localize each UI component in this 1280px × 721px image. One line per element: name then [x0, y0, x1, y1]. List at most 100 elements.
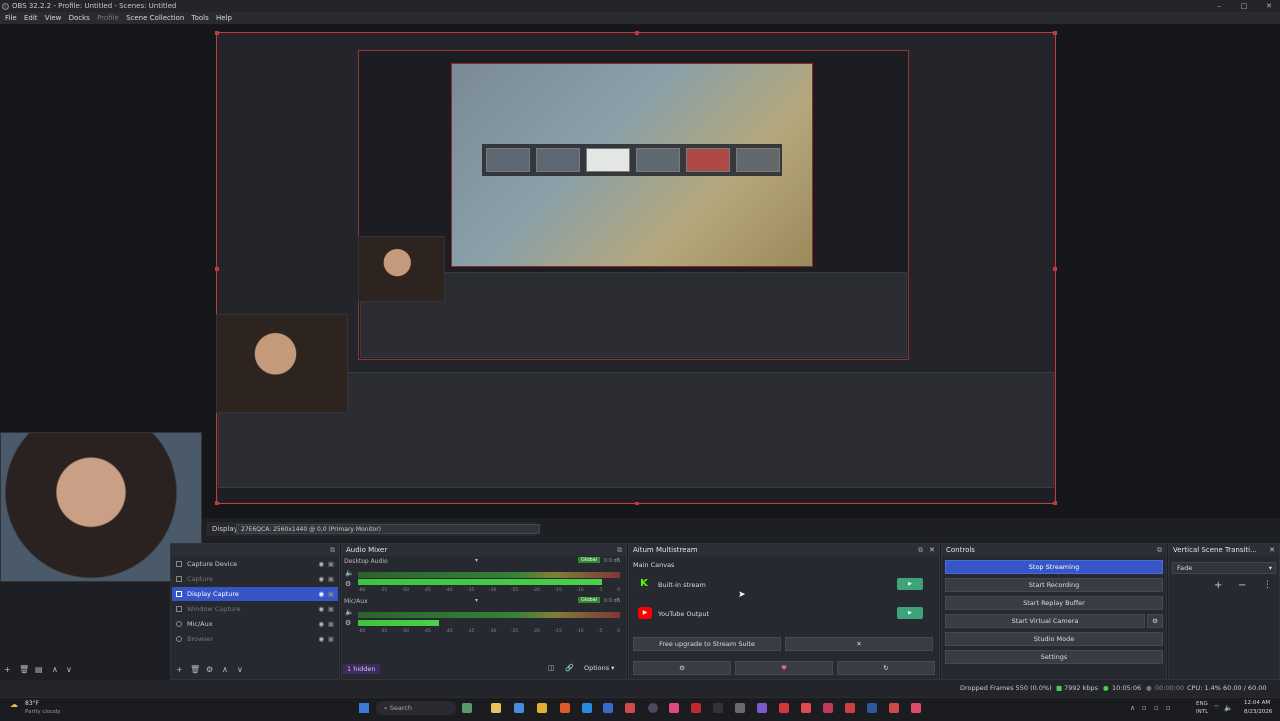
stop-streaming-button[interactable]: Stop Streaming: [945, 560, 1163, 574]
edge-icon[interactable]: [582, 703, 592, 713]
menu-view[interactable]: View: [45, 12, 62, 24]
menu-help[interactable]: Help: [216, 12, 232, 24]
eye-icon[interactable]: ◉: [318, 557, 324, 571]
remove-transition-icon[interactable]: −: [1238, 580, 1246, 591]
virtual-camera-settings-icon[interactable]: ⚙: [1147, 614, 1163, 628]
start-replay-buffer-button[interactable]: Start Replay Buffer: [945, 596, 1163, 610]
lock-icon[interactable]: ▣: [328, 617, 334, 631]
resize-handle[interactable]: [215, 31, 219, 35]
maximize-icon[interactable]: □: [1233, 0, 1255, 12]
start-recording-button[interactable]: Start Recording: [945, 578, 1163, 592]
dismiss-upgrade-button[interactable]: ✕: [785, 637, 933, 651]
lock-icon[interactable]: ▣: [328, 572, 334, 586]
source-item-display-capture[interactable]: Display Capture ◉ ▣: [172, 587, 338, 601]
dock-close-icon[interactable]: ✕: [1269, 544, 1275, 556]
dock-float-icon[interactable]: ⧉: [330, 544, 335, 556]
resize-handle[interactable]: [215, 267, 219, 271]
remove-scene-icon[interactable]: 🗑: [19, 665, 29, 674]
tray-icon[interactable]: ▫: [1154, 704, 1159, 712]
speaker-icon[interactable]: 🔈: [345, 608, 354, 616]
scene-down-icon[interactable]: ∨: [66, 665, 72, 674]
eye-icon[interactable]: ◉: [318, 587, 324, 601]
link-icon[interactable]: 🔗: [565, 664, 574, 672]
taskbar-app-icon[interactable]: [625, 703, 635, 713]
taskbar-app-icon[interactable]: [801, 703, 811, 713]
add-transition-icon[interactable]: +: [1214, 580, 1222, 591]
taskbar-app-icon[interactable]: [514, 703, 524, 713]
menu-tools[interactable]: Tools: [192, 12, 209, 24]
resize-handle[interactable]: [635, 31, 639, 35]
clock-time[interactable]: 12:04 AM: [1244, 700, 1270, 706]
move-down-icon[interactable]: ∨: [237, 665, 243, 674]
tray-chevron-up-icon[interactable]: ∧: [1130, 704, 1135, 712]
tray-icon[interactable]: ▫: [1142, 704, 1147, 712]
chevron-down-icon[interactable]: ▾: [475, 597, 478, 604]
source-item-window-capture[interactable]: Window Capture ◉ ▣: [172, 602, 338, 616]
dock-float-icon[interactable]: ⧉: [1157, 544, 1162, 556]
audio-settings-icon[interactable]: ⚙: [345, 580, 351, 588]
chevron-down-icon[interactable]: ▾: [475, 557, 478, 564]
menu-scene-collection[interactable]: Scene Collection: [126, 12, 184, 24]
live-indicator[interactable]: ▶: [897, 607, 923, 619]
upgrade-button[interactable]: Free upgrade to Stream Suite: [633, 637, 781, 651]
taskbar-app-icon[interactable]: [603, 703, 613, 713]
source-item-capture[interactable]: Capture ◉ ▣: [172, 572, 338, 586]
steam-icon[interactable]: [867, 703, 877, 713]
add-scene-icon[interactable]: +: [4, 665, 11, 674]
eye-icon[interactable]: ◉: [318, 617, 324, 631]
taskbar-app-icon[interactable]: [462, 703, 472, 713]
speaker-icon[interactable]: 🔈: [345, 569, 354, 577]
resize-handle[interactable]: [1053, 267, 1057, 271]
menu-profile[interactable]: Profile: [97, 12, 119, 24]
taskbar-app-icon[interactable]: [669, 703, 679, 713]
scene-filter-icon[interactable]: ▤: [35, 665, 43, 674]
taskbar-app-icon[interactable]: [911, 703, 921, 713]
more-options-icon[interactable]: ⋮: [1263, 580, 1272, 590]
minimize-icon[interactable]: –: [1208, 0, 1230, 12]
weather-icon[interactable]: ☁: [10, 700, 18, 709]
lock-icon[interactable]: ▣: [328, 557, 334, 571]
taskbar-app-icon[interactable]: [889, 703, 899, 713]
scene-up-icon[interactable]: ∧: [52, 665, 58, 674]
source-properties-icon[interactable]: ⚙: [206, 665, 213, 674]
lock-icon[interactable]: ▣: [328, 632, 334, 646]
resize-handle[interactable]: [1053, 31, 1057, 35]
taskbar-app-icon[interactable]: [779, 703, 789, 713]
heart-icon[interactable]: ♥: [735, 661, 833, 675]
multistream-settings-button[interactable]: ⚙: [633, 661, 731, 675]
eye-icon[interactable]: ◉: [318, 602, 324, 616]
refresh-icon[interactable]: ↻: [837, 661, 935, 675]
obs-taskbar-icon[interactable]: [648, 703, 658, 713]
add-source-icon[interactable]: +: [176, 665, 183, 674]
dock-float-icon[interactable]: ⧉: [918, 544, 923, 556]
transition-select[interactable]: Fade ▾: [1172, 562, 1276, 574]
audio-settings-icon[interactable]: ⚙: [345, 619, 351, 627]
lock-icon[interactable]: ▣: [328, 587, 334, 601]
taskbar-app-icon[interactable]: [757, 703, 767, 713]
eye-icon[interactable]: ◉: [318, 632, 324, 646]
file-explorer-icon[interactable]: [491, 703, 501, 713]
taskbar-app-icon[interactable]: [691, 703, 701, 713]
hidden-count-badge[interactable]: 1 hidden: [343, 664, 380, 674]
options-button[interactable]: Options ▾: [584, 664, 614, 672]
close-icon[interactable]: ✕: [1258, 0, 1280, 12]
taskbar-app-icon[interactable]: [845, 703, 855, 713]
taskbar-search[interactable]: ⌕ Search: [376, 701, 456, 715]
menu-docks[interactable]: Docks: [69, 12, 90, 24]
lock-icon[interactable]: ▣: [328, 602, 334, 616]
menu-edit[interactable]: Edit: [24, 12, 38, 24]
source-item-browser[interactable]: Browser ◉ ▣: [172, 632, 338, 646]
eye-icon[interactable]: ◉: [318, 572, 324, 586]
remove-source-icon[interactable]: 🗑: [190, 665, 200, 674]
taskbar-app-icon[interactable]: [713, 703, 723, 713]
wifi-icon[interactable]: ⌔: [1213, 704, 1220, 713]
language-code[interactable]: ENG: [1196, 701, 1208, 707]
tray-icon[interactable]: ▫: [1166, 704, 1171, 712]
taskbar-app-icon[interactable]: [735, 703, 745, 713]
source-item-mic-aux[interactable]: Mic/Aux ◉ ▣: [172, 617, 338, 631]
source-item-capture-device[interactable]: Capture Device ◉ ▣: [172, 557, 338, 571]
dock-float-icon[interactable]: ⧉: [617, 544, 622, 556]
taskbar-app-icon[interactable]: [823, 703, 833, 713]
taskbar-app-icon[interactable]: [560, 703, 570, 713]
volume-icon[interactable]: 🔈: [1224, 704, 1233, 712]
